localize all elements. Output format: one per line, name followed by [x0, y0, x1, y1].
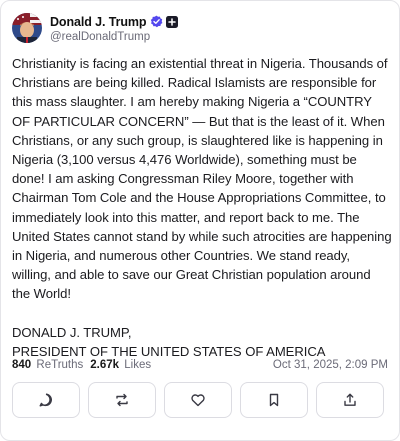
retruth-button[interactable] [88, 382, 156, 418]
author-handle[interactable]: @realDonaldTrump [50, 31, 178, 43]
bookmark-button[interactable] [240, 382, 308, 418]
avatar[interactable] [12, 13, 42, 43]
post-stats: 840 ReTruths 2.67k Likes [12, 359, 151, 371]
post-card: Donald J. Trump @realDonaldTrump Christi… [0, 0, 400, 441]
like-button[interactable] [164, 382, 232, 418]
post-paragraph: Christianity is facing an existential th… [12, 56, 392, 302]
post-actions [12, 382, 384, 418]
retruths-stat[interactable]: 840 ReTruths [12, 359, 83, 371]
post-body: Christianity is facing an existential th… [12, 54, 392, 380]
verified-badge-icon [150, 15, 163, 28]
retruth-icon [114, 392, 130, 408]
likes-stat[interactable]: 2.67k Likes [90, 359, 151, 371]
reply-icon [38, 392, 54, 408]
truth-plus-badge-icon [166, 15, 179, 28]
retruths-count: 840 [12, 359, 32, 371]
share-icon [342, 392, 358, 408]
share-button[interactable] [316, 382, 384, 418]
author-names: Donald J. Trump @realDonaldTrump [50, 14, 179, 43]
post-header: Donald J. Trump @realDonaldTrump [12, 13, 179, 43]
post-meta: 840 ReTruths 2.67k Likes Oct 31, 2025, 2… [12, 359, 388, 371]
post-timestamp[interactable]: Oct 31, 2025, 2:09 PM [273, 359, 388, 371]
retruths-label: ReTruths [36, 359, 84, 371]
reply-button[interactable] [12, 382, 80, 418]
heart-icon [190, 392, 206, 408]
likes-count: 2.67k [90, 359, 120, 371]
author-display-name[interactable]: Donald J. Trump [50, 15, 147, 29]
post-signature: DONALD J. TRUMP, PRESIDENT OF THE UNITED… [12, 324, 326, 359]
likes-label: Likes [124, 359, 152, 371]
bookmark-icon [266, 392, 282, 408]
name-row: Donald J. Trump [50, 14, 179, 30]
